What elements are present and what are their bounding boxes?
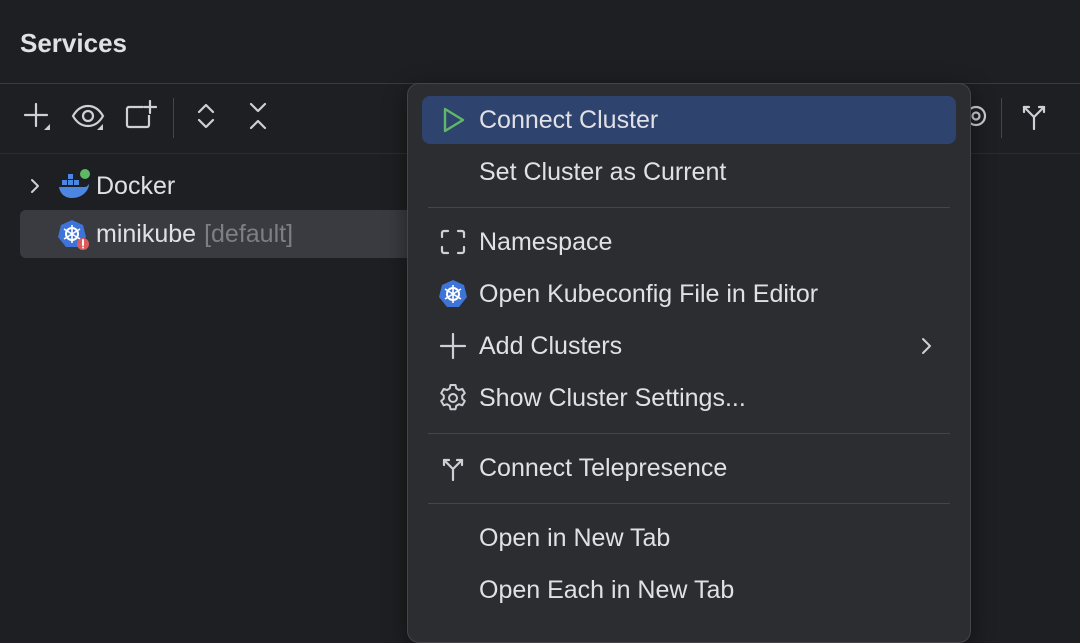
menu-item-namespace[interactable]: Namespace <box>422 218 956 266</box>
collapse-all-icon <box>242 100 274 137</box>
context-menu: Connect Cluster Set Cluster as Current N… <box>407 83 971 643</box>
menu-item-label: Set Cluster as Current <box>479 157 727 186</box>
services-header: Services <box>0 0 1080 84</box>
default-context-hint: [default] <box>204 219 294 248</box>
menu-separator <box>428 503 950 504</box>
telepresence-icon <box>1018 100 1050 137</box>
menu-separator <box>428 433 950 434</box>
submenu-arrow-icon <box>914 334 938 358</box>
panel-title: Services <box>20 28 127 58</box>
menu-item-open-new-tab[interactable]: Open in New Tab <box>422 514 956 562</box>
toolbar-separator <box>173 98 174 138</box>
menu-item-open-each-new-tab[interactable]: Open Each in New Tab <box>422 566 956 614</box>
menu-separator <box>428 207 950 208</box>
chevron-right-icon[interactable] <box>20 162 50 210</box>
new-tab-button[interactable] <box>122 99 158 138</box>
toolbar-separator <box>1001 98 1002 138</box>
plus-icon <box>436 329 470 363</box>
menu-item-label: Open Kubeconfig File in Editor <box>479 279 819 308</box>
menu-item-set-cluster-current[interactable]: Set Cluster as Current <box>422 148 956 196</box>
menu-item-label: Connect Cluster <box>479 105 659 134</box>
expand-all-button[interactable] <box>188 100 224 136</box>
menu-item-label: Add Clusters <box>479 331 623 360</box>
kubernetes-icon <box>56 216 92 252</box>
docker-icon <box>56 168 92 204</box>
telepresence-icon <box>436 451 470 485</box>
menu-item-connect-telepresence[interactable]: Connect Telepresence <box>422 444 956 492</box>
kubernetes-icon <box>436 277 470 311</box>
new-tab-icon <box>123 99 158 138</box>
add-service-button[interactable] <box>18 100 54 136</box>
tree-item-docker[interactable]: Docker <box>20 162 420 210</box>
menu-item-open-kubeconfig[interactable]: Open Kubeconfig File in Editor <box>422 270 956 318</box>
menu-item-show-cluster-settings[interactable]: Show Cluster Settings... <box>422 374 956 422</box>
tree-item-label: minikube <box>96 219 197 248</box>
gear-icon <box>436 381 470 415</box>
view-options-button[interactable] <box>70 100 106 136</box>
run-icon <box>436 103 470 137</box>
menu-item-label: Namespace <box>479 227 613 256</box>
tree-item-label: Docker <box>96 171 176 200</box>
menu-item-label: Open Each in New Tab <box>479 575 735 604</box>
telepresence-button[interactable] <box>1016 100 1052 136</box>
menu-item-label: Connect Telepresence <box>479 453 728 482</box>
menu-item-label: Open in New Tab <box>479 523 671 552</box>
add-icon <box>20 100 52 137</box>
tree-item-minikube[interactable]: minikube [default] <box>20 210 420 258</box>
collapse-all-button[interactable] <box>240 100 276 136</box>
expand-all-icon <box>190 100 222 137</box>
menu-item-connect-cluster[interactable]: Connect Cluster <box>422 96 956 144</box>
namespace-icon <box>436 225 470 259</box>
eye-icon <box>71 99 105 138</box>
menu-item-label: Show Cluster Settings... <box>479 383 746 412</box>
menu-item-add-clusters[interactable]: Add Clusters <box>422 322 956 370</box>
